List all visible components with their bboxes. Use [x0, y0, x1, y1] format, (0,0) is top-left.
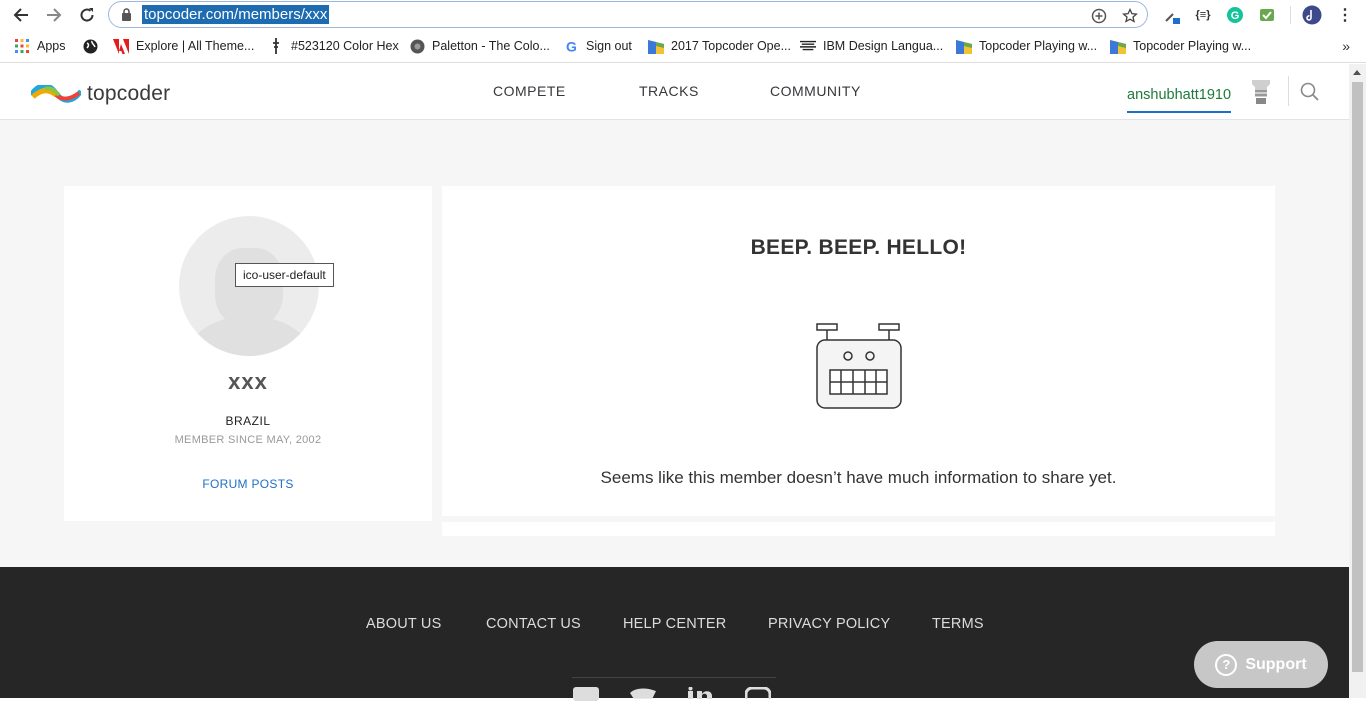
page-scrollbar[interactable] — [1349, 64, 1366, 698]
member-country: BRAZIL — [225, 414, 271, 428]
google-icon: G — [563, 38, 579, 54]
bookmark-ibm-design[interactable]: IBM Design Langua... — [800, 38, 943, 54]
bookmark-paletton[interactable]: Paletton - The Colo... — [409, 38, 550, 54]
url-text[interactable]: topcoder.com/members/xxx — [142, 5, 330, 24]
footer-terms[interactable]: TERMS — [932, 616, 984, 632]
support-label: Support — [1245, 655, 1307, 673]
bookmark-label: 2017 Topcoder Ope... — [671, 39, 791, 53]
help-question-icon: ? — [1215, 653, 1238, 676]
member-handle: xxx — [228, 369, 268, 394]
scroll-up-arrow-icon[interactable] — [1353, 70, 1361, 75]
more-bookmarks-icon[interactable]: » — [1342, 38, 1350, 54]
bookmark-label: Apps — [37, 39, 66, 53]
bookmark-sign-out[interactable]: G Sign out — [563, 38, 632, 54]
bookmark-apps[interactable]: Apps — [14, 38, 66, 54]
bookmarks-bar: Apps Explore | All Theme... #523120 Colo… — [0, 30, 1366, 63]
avatar-head — [215, 248, 283, 326]
browser-toolbar: topcoder.com/members/xxx {≡} G ⋮ — [0, 0, 1366, 30]
site-header: topcoder COMPETE TRACKS COMMUNITY anshub… — [0, 64, 1349, 120]
user-avatar-icon[interactable] — [1248, 78, 1274, 113]
profile-avatar-icon[interactable] — [1302, 5, 1322, 25]
install-icon[interactable] — [1090, 7, 1108, 25]
site-footer: ABOUT US CONTACT US HELP CENTER PRIVACY … — [0, 567, 1349, 701]
linkedin-icon[interactable] — [687, 687, 713, 707]
bookmark-label: Sign out — [586, 39, 632, 53]
topcoder-flag-icon — [956, 38, 972, 54]
header-divider — [1288, 76, 1289, 106]
logo-text: topcoder — [87, 82, 171, 105]
json-extension-icon[interactable]: {≡} — [1193, 5, 1213, 25]
twitter-icon[interactable] — [630, 687, 656, 707]
search-icon[interactable] — [1300, 82, 1320, 107]
eyedropper-extension-icon[interactable] — [1162, 5, 1182, 25]
avatar-body — [187, 316, 311, 356]
robot-icon — [816, 322, 904, 417]
apps-grid-icon — [14, 38, 30, 54]
pin-icon — [268, 38, 284, 54]
bookmark-color-hex[interactable]: #523120 Color Hex — [268, 38, 399, 54]
svg-text:G: G — [1231, 10, 1240, 22]
topcoder-flag-icon — [648, 38, 664, 54]
footer-help-center[interactable]: HELP CENTER — [623, 616, 726, 632]
username-link[interactable]: anshubhatt1910 — [1127, 87, 1232, 113]
profile-main: ico-user-default xxx BRAZIL MEMBER SINCE… — [0, 120, 1349, 567]
back-arrow-icon[interactable] — [9, 3, 33, 27]
profile-card: ico-user-default xxx BRAZIL MEMBER SINCE… — [64, 186, 432, 521]
task-extension-icon[interactable] — [1257, 5, 1277, 25]
bookmark-label: #523120 Color Hex — [291, 39, 399, 53]
footer-about-us[interactable]: ABOUT US — [366, 616, 441, 632]
bookmark-explore-themes[interactable]: Explore | All Theme... — [113, 38, 254, 54]
svg-text:G: G — [566, 39, 577, 54]
nav-tracks[interactable]: TRACKS — [639, 83, 699, 99]
info-card: BEEP. BEEP. HELLO! Seems like this membe… — [442, 186, 1275, 516]
bookmark-label: Paletton - The Colo... — [432, 39, 550, 53]
ibm-icon — [800, 38, 816, 54]
info-message: Seems like this member doesn’t have much… — [600, 468, 1117, 487]
footer-divider — [572, 677, 776, 678]
bookmark-label: Topcoder Playing w... — [1133, 39, 1252, 53]
info-title: BEEP. BEEP. HELLO! — [750, 236, 967, 259]
globe-icon — [82, 38, 98, 54]
paletton-icon — [409, 38, 425, 54]
reload-icon[interactable] — [75, 3, 99, 27]
footer-contact-us[interactable]: CONTACT US — [486, 616, 581, 632]
facebook-icon[interactable] — [573, 687, 599, 707]
topcoder-logo-icon — [31, 85, 81, 103]
address-bar[interactable]: topcoder.com/members/xxx — [108, 1, 1148, 28]
kebab-menu-icon[interactable]: ⋮ — [1335, 5, 1355, 25]
nav-community[interactable]: COMMUNITY — [770, 83, 861, 99]
scrollbar-thumb[interactable] — [1352, 82, 1363, 672]
bookmark-topcoder-open[interactable]: 2017 Topcoder Ope... — [648, 38, 791, 54]
support-button[interactable]: ? Support — [1194, 641, 1328, 688]
toolbar-divider — [1290, 6, 1291, 24]
bookmark-topcoder-playing-2[interactable]: Topcoder Playing w... — [1110, 38, 1251, 54]
secondary-card — [442, 522, 1275, 536]
instagram-icon[interactable] — [745, 687, 771, 707]
nav-compete[interactable]: COMPETE — [493, 83, 566, 99]
topcoder-flag-icon — [1110, 38, 1126, 54]
star-icon[interactable] — [1121, 7, 1139, 25]
footer-privacy-policy[interactable]: PRIVACY POLICY — [768, 616, 890, 632]
grammarly-icon[interactable]: G — [1225, 5, 1245, 25]
bookmark-label: Explore | All Theme... — [136, 39, 255, 53]
topcoder-logo[interactable]: topcoder — [31, 82, 170, 106]
avatar-tooltip: ico-user-default — [235, 263, 334, 287]
bookmark-topcoder-playing-1[interactable]: Topcoder Playing w... — [956, 38, 1097, 54]
forward-arrow-icon[interactable] — [42, 3, 66, 27]
bookmark-label: IBM Design Langua... — [823, 39, 944, 53]
forum-posts-link[interactable]: FORUM POSTS — [64, 477, 432, 491]
member-since: MEMBER SINCE MAY, 2002 — [174, 434, 322, 446]
bookmark-label: Topcoder Playing w... — [979, 39, 1098, 53]
adobe-icon — [113, 38, 129, 54]
bookmark-globe[interactable] — [82, 38, 98, 54]
lock-icon — [121, 8, 132, 26]
